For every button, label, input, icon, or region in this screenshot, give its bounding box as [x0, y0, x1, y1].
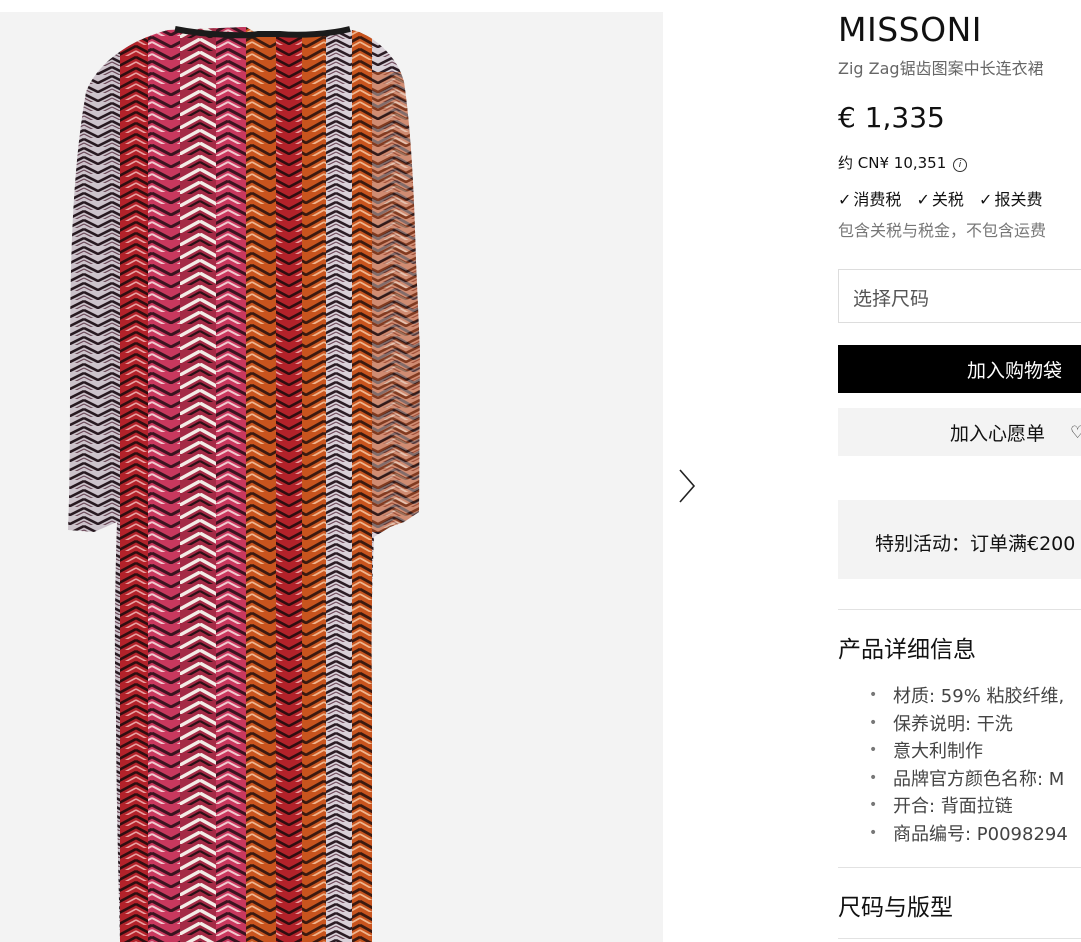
size-fit-title[interactable]: 尺码与版型 — [838, 888, 953, 922]
converted-price: 约 CN¥ 10,351 — [838, 154, 947, 172]
list-item: • 保养说明: 干洗 — [869, 713, 1013, 735]
add-to-bag-label: 加入购物袋 — [967, 361, 1063, 382]
brand-name[interactable]: MISSONI — [838, 10, 982, 49]
check-icon: ✓ — [838, 190, 852, 209]
tax-check-item: ✓ 报关费 — [979, 190, 1043, 209]
product-image — [68, 26, 420, 942]
promo-banner[interactable]: 特别活动：订单满€200 — [838, 500, 1081, 579]
add-to-wishlist-label: 加入心愿单 — [950, 423, 1046, 445]
heart-outline-icon: ♡ — [1070, 423, 1081, 443]
add-to-bag-button[interactable]: 加入购物袋 — [838, 345, 1081, 393]
list-item: • 开合: 背面拉链 — [869, 796, 1013, 817]
size-select[interactable]: 选择尺码 — [838, 269, 1081, 323]
list-item: • 材质: 59% 粘胶纤维, — [869, 686, 1065, 707]
tax-checks: ✓ 消费税 ✓ 关税 ✓ 报关费 — [838, 186, 1052, 210]
tax-check-item: ✓ 消费税 — [838, 190, 902, 209]
list-item: • 品牌官方颜色名称: M — [869, 768, 1065, 790]
product-page: MISSONI Zig Zag锯齿图案中长连衣裙 € 1,335 约 CN¥ 1… — [0, 0, 1081, 942]
chevron-right-icon — [679, 469, 696, 503]
divider — [838, 867, 1081, 868]
product-name: Zig Zag锯齿图案中长连衣裙 — [838, 59, 1044, 78]
price: € 1,335 — [838, 101, 945, 134]
tax-check-item: ✓ 关税 — [916, 190, 964, 209]
next-image-arrow[interactable] — [676, 466, 700, 506]
divider — [838, 938, 1081, 939]
divider — [838, 609, 1081, 610]
add-to-wishlist-button[interactable]: 加入心愿单 ♡ — [838, 408, 1081, 456]
tax-note: 包含关税与税金，不包含运费 — [838, 221, 1047, 240]
product-image-panel[interactable] — [0, 12, 663, 942]
check-icon: ✓ — [916, 190, 930, 209]
product-details-title[interactable]: 产品详细信息 — [838, 630, 976, 664]
product-info-panel: MISSONI Zig Zag锯齿图案中长连衣裙 € 1,335 约 CN¥ 1… — [838, 0, 1081, 942]
list-item: • 商品编号: P0098294 — [869, 823, 1068, 845]
product-details-list: • 材质: 59% 粘胶纤维, • 保养说明: 干洗 • 意大利制作 • 品牌官方颜色名… — [838, 682, 1068, 847]
check-icon: ✓ — [979, 190, 993, 209]
info-circle-icon[interactable]: i — [953, 158, 968, 172]
list-item: • 意大利制作 — [869, 741, 983, 762]
converted-price-row: 约 CN¥ 10,351 i — [838, 152, 968, 173]
promo-text: 特别活动：订单满€200 — [875, 533, 1076, 555]
size-select-placeholder: 选择尺码 — [853, 288, 930, 310]
